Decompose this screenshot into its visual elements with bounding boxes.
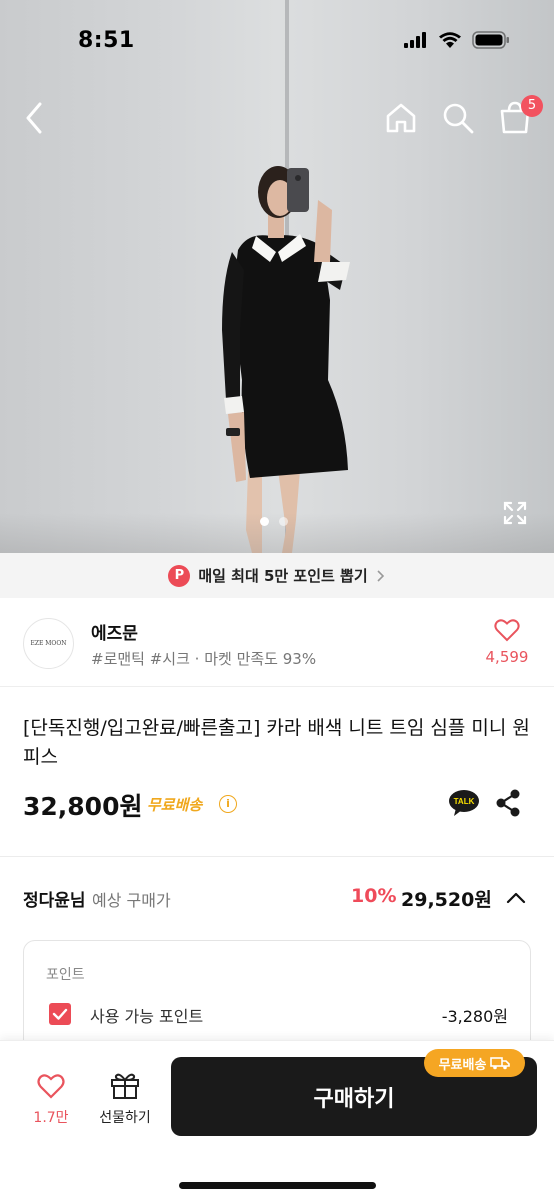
store-tags: #로맨틱 #시크 · 마켓 만족도 93% [91, 650, 317, 668]
status-icons [404, 31, 510, 49]
expand-icon[interactable] [502, 500, 528, 526]
store-logo[interactable]: EZE MOON [23, 618, 74, 669]
checkmark-icon [52, 1008, 68, 1020]
free-shipping-badge-label: 무료배송 [438, 1057, 487, 1073]
like-count: 1.7만 [33, 1110, 69, 1126]
search-icon[interactable] [441, 101, 475, 135]
cart-count-badge: 5 [521, 95, 543, 117]
kakao-talk-icon[interactable]: TALK [448, 789, 480, 817]
status-time: 8:51 [78, 28, 135, 53]
truck-icon [490, 1057, 511, 1070]
expected-price-label: 예상 구매가 [92, 891, 171, 910]
carousel-dot[interactable] [279, 517, 288, 526]
free-shipping-badge: 무료배송 [424, 1049, 525, 1077]
home-icon[interactable] [384, 101, 418, 135]
chevron-right-icon [377, 569, 384, 582]
store-row[interactable]: EZE MOON 에즈문 #로맨틱 #시크 · 마켓 만족도 93% 4,599 [0, 598, 554, 687]
product-title: [단독진행/입고완료/빠른출고] 카라 배색 니트 트임 심플 미니 원피스 [23, 717, 530, 768]
talk-label: TALK [454, 797, 475, 806]
store-name[interactable]: 에즈문 [91, 619, 138, 644]
carousel-indicator [260, 517, 288, 526]
section-divider [0, 856, 554, 857]
chevron-up-icon[interactable] [505, 888, 527, 908]
store-like-count: 4,599 [485, 648, 529, 666]
user-name: 정다윤님 [23, 891, 86, 911]
points-card-header: 포인트 [46, 967, 85, 983]
available-points-amount: -3,280원 [441, 1007, 508, 1026]
wifi-icon [439, 32, 461, 48]
home-indicator [179, 1182, 376, 1189]
like-button[interactable]: 1.7만 [26, 1073, 76, 1127]
free-shipping-label: 무료배송 [147, 796, 203, 814]
signal-icon [404, 32, 426, 48]
heart-icon [494, 619, 520, 642]
product-price: 32,800원 [23, 792, 143, 821]
back-arrow-icon[interactable] [20, 98, 50, 138]
heart-icon [37, 1074, 65, 1099]
point-icon: P [168, 564, 191, 587]
point-event-banner[interactable]: P 매일 최대 5만 포인트 뽑기 [0, 553, 554, 598]
gift-button[interactable]: 선물하기 [92, 1071, 158, 1127]
bottom-action-bar: 1.7만 선물하기 구매하기 무료배송 [0, 1040, 554, 1200]
point-banner-text: 매일 최대 5만 포인트 뽑기 [198, 567, 368, 585]
gift-icon [111, 1073, 139, 1099]
expected-price-row[interactable]: 정다윤님 예상 구매가 10% 29,520원 [0, 878, 554, 918]
product-image[interactable] [0, 0, 554, 553]
carousel-dot-active[interactable] [260, 517, 269, 526]
info-icon[interactable]: i [219, 795, 237, 813]
expected-price: 29,520원 [401, 889, 492, 911]
model-figure [222, 166, 350, 553]
store-like-button[interactable]: 4,599 [482, 618, 532, 666]
discount-rate: 10% [351, 885, 397, 907]
available-points-label: 사용 가능 포인트 [90, 1007, 204, 1026]
points-checkbox[interactable] [49, 1003, 71, 1025]
gift-label: 선물하기 [99, 1110, 151, 1126]
battery-icon [472, 31, 509, 49]
share-icon[interactable] [494, 788, 522, 818]
